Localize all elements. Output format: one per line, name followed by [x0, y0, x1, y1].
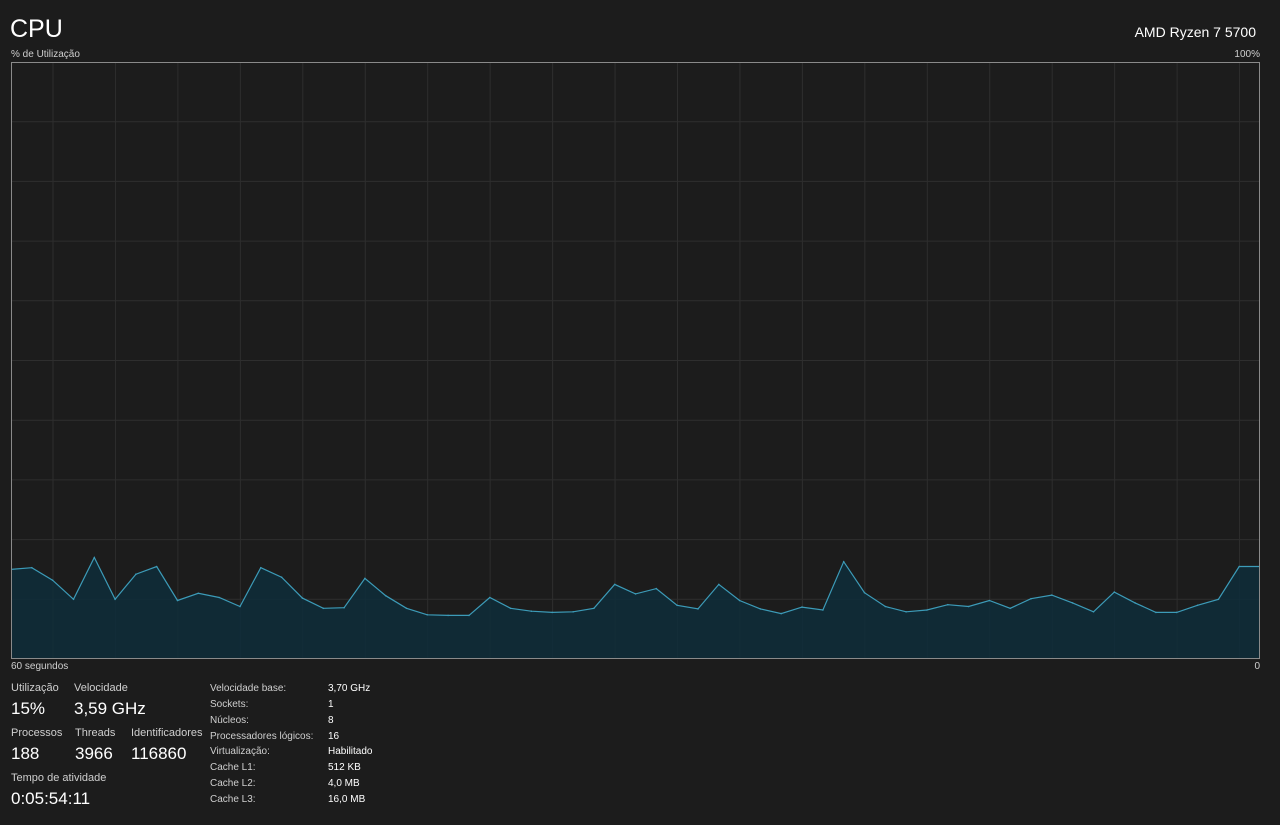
spec-value-sockets: 1 [328, 699, 334, 710]
usage-sample-point [697, 608, 699, 610]
usage-sample-point [447, 614, 449, 617]
usage-sample-point [426, 614, 429, 616]
spec-key-cache-l1: Cache L1: [210, 762, 256, 773]
handles-label: Identificadores [131, 727, 203, 739]
usage-sample-point [905, 611, 907, 613]
utilization-label: Utilização [11, 682, 59, 694]
usage-sample-point [1134, 602, 1136, 604]
task-manager-cpu-page: CPU AMD Ryzen 7 5700 % de Utilização 100… [0, 0, 1280, 825]
usage-sample-point [759, 608, 762, 610]
page-title: CPU [10, 15, 63, 43]
usage-sample-point [239, 605, 241, 608]
processes-value: 188 [11, 744, 40, 763]
y-axis-max-label: 100% [1234, 49, 1260, 60]
usage-sample-point [822, 609, 824, 611]
x-axis-left-label: 60 segundos [11, 661, 69, 672]
spec-key-logical-processors: Processadores lógicos: [210, 731, 314, 742]
usage-sample-point [718, 583, 720, 586]
usage-sample-point [280, 576, 283, 578]
handles-value: 116860 [131, 744, 187, 763]
utilization-value: 15% [11, 699, 46, 718]
spec-key-cache-l2: Cache L2: [210, 778, 256, 789]
usage-sample-point [509, 607, 512, 610]
spec-value-logical-processors: 16 [328, 731, 340, 742]
usage-sample-point [842, 560, 845, 563]
speed-label: Velocidade [74, 682, 128, 694]
usage-sample-point [1113, 591, 1116, 593]
usage-sample-point [655, 587, 658, 590]
spec-value-virtualization: Habilitado [328, 746, 373, 757]
spec-value-cores: 8 [328, 715, 334, 726]
usage-sample-point [93, 556, 96, 559]
y-axis-label: % de Utilização [11, 49, 80, 60]
usage-sample-point [551, 611, 553, 614]
cpu-usage-graph [11, 62, 1260, 659]
usage-sample-point [489, 596, 491, 599]
usage-sample-point [155, 565, 158, 568]
usage-sample-point [114, 598, 116, 601]
usage-sample-point [31, 566, 33, 569]
usage-sample-point [405, 607, 408, 610]
processes-label: Processos [11, 727, 63, 739]
spec-key-cores: Núcleos: [210, 715, 249, 726]
spec-value-cache-l3: 16,0 MB [328, 794, 366, 805]
usage-sample-point [801, 606, 803, 608]
usage-sample-point [1051, 594, 1053, 596]
usage-sample-point [1092, 611, 1095, 613]
threads-label: Threads [75, 727, 116, 739]
usage-sample-point [72, 598, 75, 601]
usage-sample-point [1196, 604, 1199, 607]
usage-sample-point [468, 614, 470, 617]
uptime-value: 0:05:54:11 [11, 789, 91, 808]
spec-key-virtualization: Virtualização: [210, 746, 270, 757]
usage-sample-point [1071, 602, 1074, 604]
cpu-model-name: AMD Ryzen 7 5700 [1134, 24, 1256, 40]
cpu-usage-chart [11, 62, 1260, 659]
usage-sample-point [1155, 611, 1157, 614]
usage-sample-point [51, 579, 54, 581]
usage-sample-point [1009, 607, 1011, 610]
usage-sample-point [884, 605, 887, 608]
spec-value-base-speed: 3,70 GHz [328, 683, 371, 694]
usage-sample-point [530, 610, 533, 612]
usage-sample-point [384, 594, 387, 597]
usage-sample-point [947, 603, 949, 606]
usage-sample-point [218, 596, 220, 599]
usage-sample-point [676, 604, 678, 607]
usage-sample-point [343, 606, 345, 609]
uptime-label: Tempo de atividade [11, 772, 107, 784]
usage-sample-point [364, 577, 366, 580]
usage-sample-point [301, 597, 304, 599]
usage-sample-point [176, 599, 179, 602]
usage-sample-point [926, 609, 928, 611]
usage-sample-point [613, 583, 616, 586]
usage-sample-point [780, 612, 782, 615]
usage-sample-point [135, 573, 137, 575]
usage-sample-point [967, 605, 970, 608]
spec-value-cache-l1: 512 KB [328, 762, 361, 773]
x-axis-right-label: 0 [1254, 661, 1260, 672]
usage-sample-point [988, 599, 991, 602]
usage-sample-point [197, 592, 200, 595]
spec-key-sockets: Sockets: [210, 699, 249, 710]
usage-sample-point [738, 599, 741, 602]
speed-value: 3,59 GHz [74, 699, 146, 718]
spec-key-base-speed: Velocidade base: [210, 683, 287, 694]
usage-sample-point [260, 566, 262, 569]
usage-sample-point [1030, 597, 1032, 600]
usage-sample-point [572, 611, 574, 613]
spec-key-cache-l3: Cache L3: [210, 794, 256, 805]
spec-value-cache-l2: 4,0 MB [328, 778, 360, 789]
usage-sample-point [322, 607, 325, 610]
usage-sample-point [1238, 565, 1240, 568]
usage-sample-point [863, 591, 866, 594]
usage-sample-point [593, 607, 595, 610]
usage-sample-point [1217, 598, 1220, 601]
usage-sample-point [1175, 611, 1178, 614]
threads-value: 3966 [75, 744, 113, 763]
usage-sample-point [634, 593, 637, 595]
